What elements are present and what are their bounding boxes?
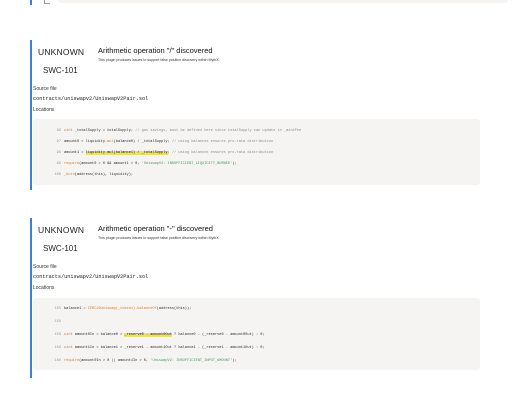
- code-token: (address(this));: [156, 307, 192, 311]
- code-token: );: [232, 359, 237, 363]
- severity-label: UNKNOWN: [38, 47, 85, 57]
- code-text: amount1 = liquidity.mul(balance1) / _tot…: [64, 151, 273, 155]
- code-token: balance1 =: [64, 307, 88, 311]
- previous-code-block: [58, 0, 508, 3]
- line-number: 156: [54, 320, 61, 324]
- issue-accent-bar: [30, 218, 32, 378]
- code-token: amount1 =: [64, 151, 86, 155]
- code-token: IERC20Uniswap(_token1).balanceOf: [87, 307, 157, 311]
- line-number: 158: [54, 333, 61, 337]
- code-token: require: [64, 162, 80, 166]
- line-number: 96: [56, 129, 61, 133]
- code-token: // using balances ensures pro-rata distr…: [171, 140, 274, 144]
- issue-title: Arithmetic operation "/" discovered: [98, 46, 213, 55]
- issue-card: UNKNOWN SWC-101 Arithmetic operation "-"…: [30, 218, 490, 378]
- collapsed-code-corner: [44, 0, 50, 4]
- code-snippet: 96 uint _totalSupply = totalSupply; // ga…: [33, 119, 480, 185]
- locations-label: Locations: [33, 285, 55, 291]
- code-token: );: [232, 162, 237, 166]
- code-token: _burn: [64, 173, 75, 177]
- code-text: uint amount0In = balance0 > _reserve0 - …: [64, 333, 265, 337]
- line-number: 159: [54, 346, 61, 350]
- previous-issue-card-edge: [30, 0, 508, 5]
- code-token: // gas savings, must be defined here sin…: [135, 129, 302, 133]
- code-text: uint amount1In = balance1 > _reserve1 - …: [64, 346, 265, 350]
- code-token: (address(this), liquidity);: [74, 173, 134, 177]
- code-token: uint: [64, 129, 75, 133]
- source-file-label: Source file: [33, 86, 57, 92]
- code-token: (amount0In > 0 || amount1In > 0,: [79, 359, 151, 363]
- code-token: uint: [64, 346, 75, 350]
- code-text: require(amount0 > 0 && amount1 > 0, 'Uni…: [64, 162, 237, 166]
- severity-label: UNKNOWN: [38, 225, 85, 235]
- code-text: require(amount0In > 0 || amount1In > 0, …: [64, 359, 237, 363]
- code-token: amount0 = liquidity.: [64, 140, 108, 144]
- highlighted-expression: _reserve0 - amount0Out: [124, 333, 172, 337]
- code-token: uint: [64, 333, 75, 337]
- swc-id[interactable]: SWC-101: [43, 66, 78, 75]
- line-number: 160: [54, 359, 61, 363]
- issue-title: Arithmetic operation "-" discovered: [98, 224, 213, 233]
- source-file-path[interactable]: contracts/uniswapv2/UniswapV2Pair.sol: [33, 96, 148, 102]
- highlighted-expression: liquidity.mul(balance1) / _totalSupply: [85, 151, 168, 155]
- code-text: _burn(address(this), liquidity);: [64, 173, 133, 177]
- code-token: amount1In = balance1 > _reserve1 - amoun…: [74, 346, 265, 350]
- issue-card: UNKNOWN SWC-101 Arithmetic operation "/"…: [30, 40, 490, 190]
- source-file-path[interactable]: contracts/uniswapv2/UniswapV2Pair.sol: [33, 274, 148, 280]
- code-token: (balance0) / _totalSupply;: [113, 140, 172, 144]
- code-token: 'UniswapV2: INSUFFICIENT_LIQUIDITY_BURNE…: [141, 162, 233, 166]
- issue-accent-bar: [30, 0, 32, 5]
- code-token: (amount0 > 0 && amount1 > 0,: [79, 162, 142, 166]
- line-number: 98: [56, 151, 61, 155]
- code-token: _totalSupply = totalSupply;: [74, 129, 136, 133]
- code-token: amount0In = balance0 >: [74, 333, 125, 337]
- code-snippet: 155 balance1 = IERC20Uniswap(_token1).bal…: [33, 298, 480, 370]
- line-number: 155: [54, 307, 61, 311]
- issue-description: This plugin produces issues to support f…: [98, 58, 220, 62]
- issue-accent-bar: [30, 40, 32, 190]
- line-number: 100: [54, 173, 61, 177]
- locations-label: Locations: [33, 107, 55, 113]
- swc-id[interactable]: SWC-101: [43, 244, 78, 253]
- code-text: uint _totalSupply = totalSupply; // gas …: [64, 129, 301, 133]
- code-token: ? balance0 - (_reserve0 - amount0Out) : …: [171, 333, 265, 337]
- source-file-label: Source file: [33, 264, 57, 270]
- code-text: balance1 = IERC20Uniswap(_token1).balanc…: [64, 307, 191, 311]
- code-token: 'UniswapV2: INSUFFICIENT_INPUT_AMOUNT': [150, 359, 233, 363]
- line-number: 99: [56, 162, 61, 166]
- code-text: amount0 = liquidity.mul(balance0) / _tot…: [64, 140, 273, 144]
- issue-description: This plugin produces issues to support f…: [98, 236, 220, 240]
- code-token: require: [64, 359, 80, 363]
- line-number: 97: [56, 140, 61, 144]
- code-token: // using balances ensures pro-rata distr…: [171, 151, 274, 155]
